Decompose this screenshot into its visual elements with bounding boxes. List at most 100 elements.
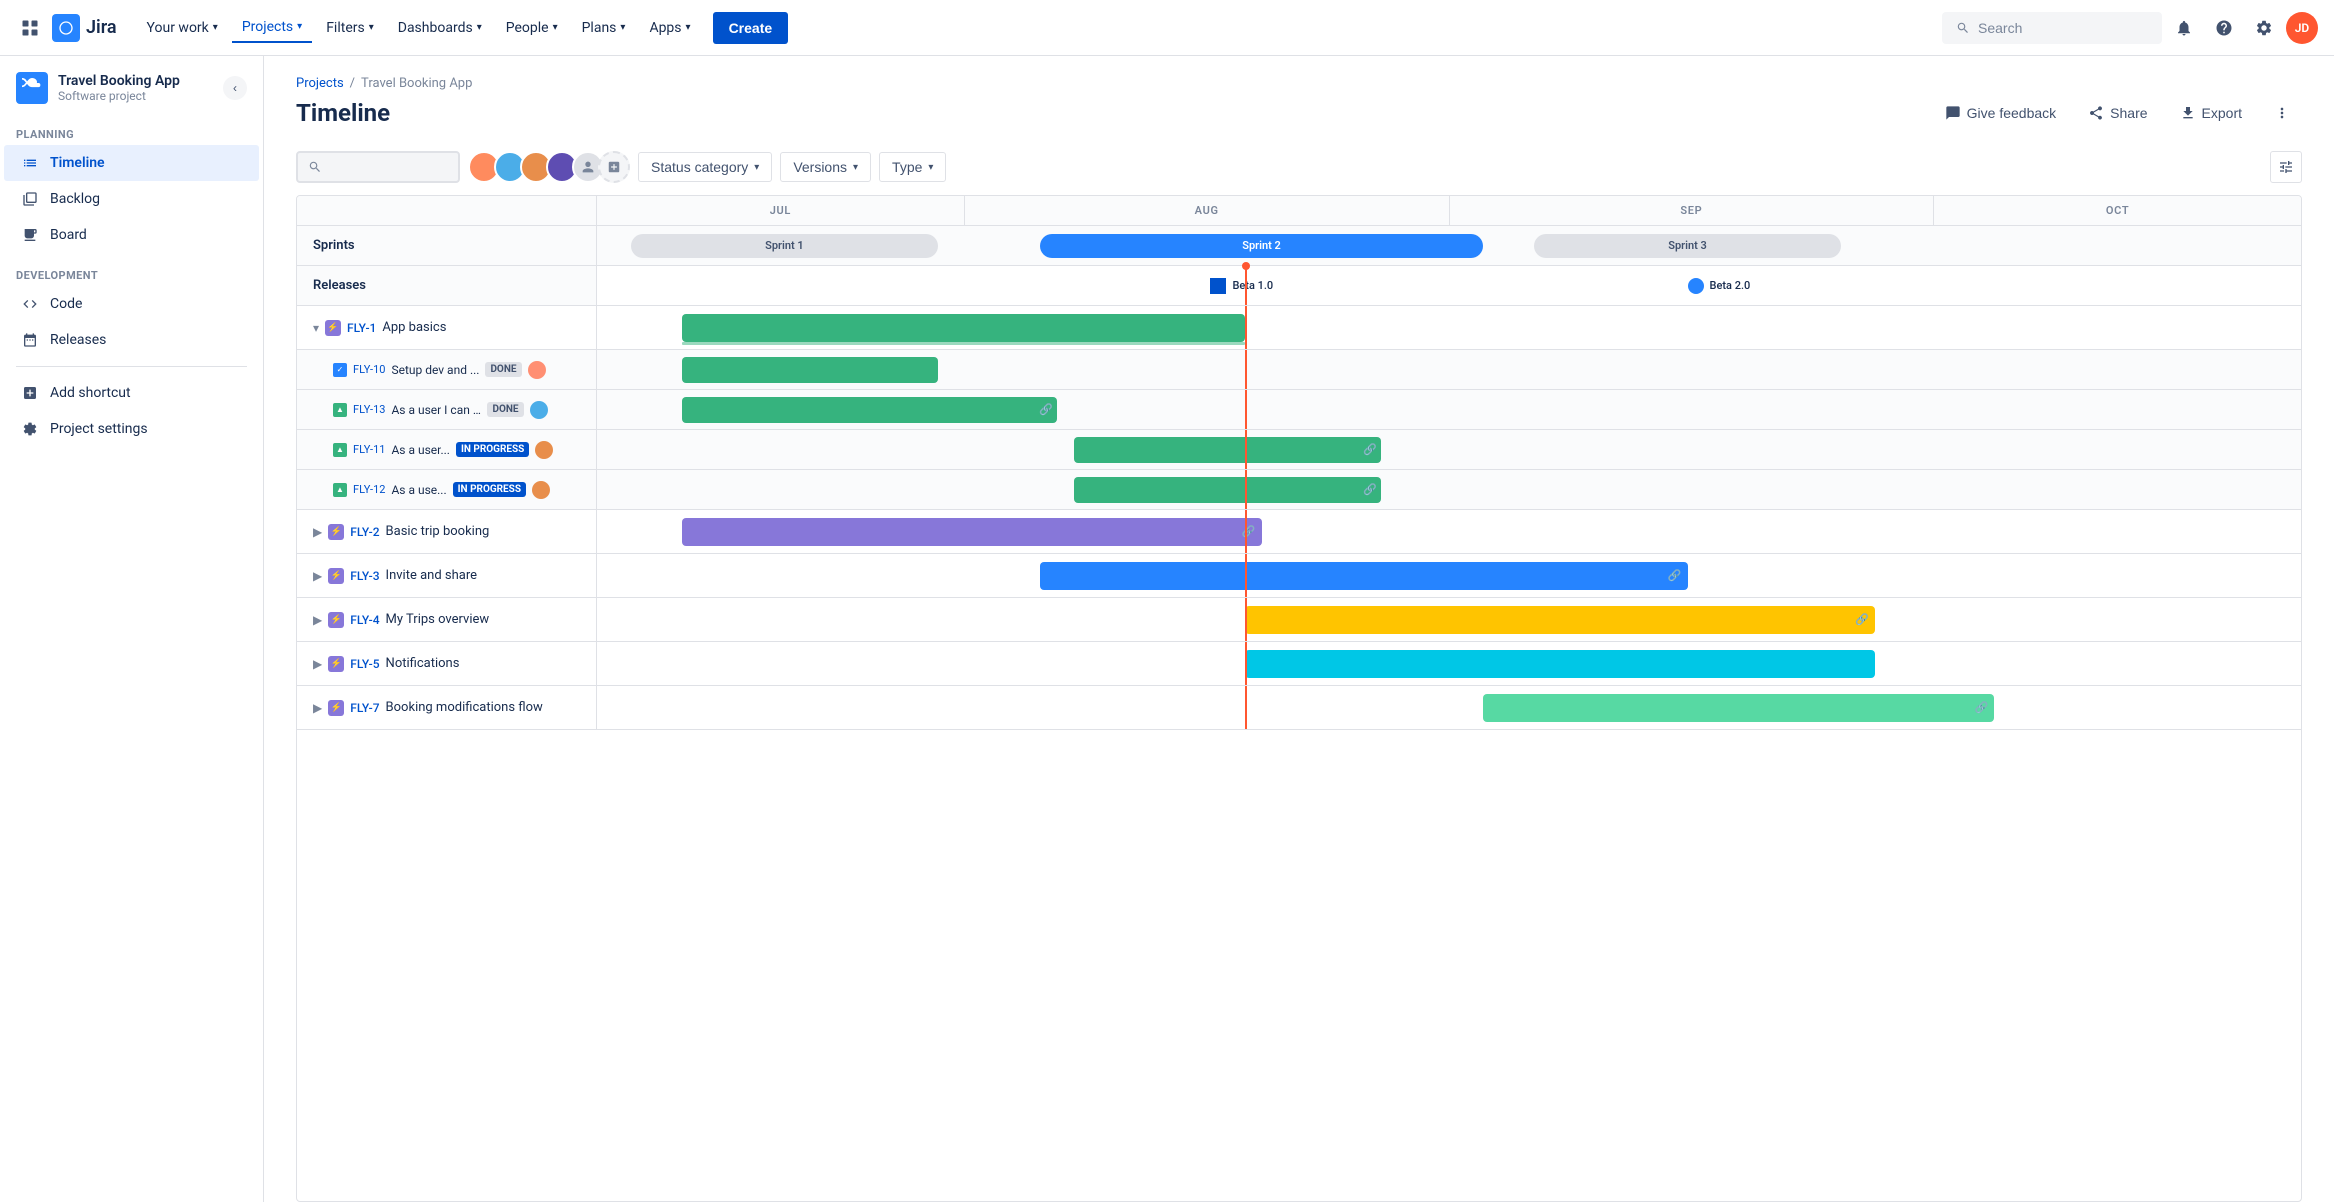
fly2-expand-icon[interactable]: ▶ bbox=[313, 525, 322, 539]
sidebar-divider bbox=[16, 366, 247, 367]
fly10-status: DONE bbox=[485, 362, 521, 377]
fly4-expand-icon[interactable]: ▶ bbox=[313, 613, 322, 627]
fly1-id[interactable]: FLY-1 bbox=[347, 321, 376, 335]
fly5-expand-icon[interactable]: ▶ bbox=[313, 657, 322, 671]
create-button[interactable]: Create bbox=[713, 12, 789, 44]
fly4-name: My Trips overview bbox=[386, 612, 490, 627]
planning-section-label: PLANNING bbox=[0, 112, 263, 145]
search-box[interactable] bbox=[1942, 12, 2162, 44]
sidebar-item-timeline[interactable]: Timeline bbox=[4, 145, 259, 181]
fly3-id[interactable]: FLY-3 bbox=[350, 569, 379, 583]
fly4-bar[interactable]: 🔗 bbox=[1245, 606, 1875, 634]
timeline-icon bbox=[20, 153, 40, 173]
project-header: Travel Booking App Software project ‹ bbox=[0, 56, 263, 112]
nav-dashboards[interactable]: Dashboards ▾ bbox=[388, 14, 492, 42]
more-actions-button[interactable] bbox=[2262, 99, 2302, 127]
fly12-bar[interactable]: 🔗 bbox=[1074, 477, 1381, 503]
fly11-avatar bbox=[535, 441, 553, 459]
share-button[interactable]: Share bbox=[2076, 99, 2159, 127]
fly2-id[interactable]: FLY-2 bbox=[350, 525, 379, 539]
sidebar-collapse-button[interactable]: ‹ bbox=[223, 76, 247, 100]
fly1-name: App basics bbox=[382, 320, 446, 335]
sidebar-item-project-settings[interactable]: Project settings bbox=[4, 411, 259, 447]
give-feedback-button[interactable]: Give feedback bbox=[1933, 99, 2069, 127]
fly13-avatar bbox=[530, 401, 548, 419]
fly10-label: ✓ FLY-10 Setup dev and ... DONE bbox=[297, 350, 597, 389]
status-category-filter[interactable]: Status category ▾ bbox=[638, 152, 772, 182]
notifications-button[interactable] bbox=[2166, 10, 2202, 46]
sidebar-item-add-shortcut[interactable]: Add shortcut bbox=[4, 375, 259, 411]
user-avatar[interactable]: JD bbox=[2286, 12, 2318, 44]
fly3-expand-icon[interactable]: ▶ bbox=[313, 569, 322, 583]
fly5-label: ▶ ⚡ FLY-5 Notifications bbox=[297, 642, 597, 685]
search-icon bbox=[308, 160, 322, 174]
jira-logo[interactable]: Jira bbox=[52, 14, 117, 42]
nav-people[interactable]: People ▾ bbox=[496, 14, 568, 42]
today-line bbox=[1245, 642, 1247, 685]
fly12-id[interactable]: FLY-12 bbox=[353, 483, 385, 496]
settings-button[interactable] bbox=[2246, 10, 2282, 46]
filter-settings-button[interactable] bbox=[2270, 151, 2302, 183]
nav-projects[interactable]: Projects ▾ bbox=[232, 13, 312, 43]
fly1-expand-icon[interactable]: ▾ bbox=[313, 321, 319, 335]
fly4-id[interactable]: FLY-4 bbox=[350, 613, 379, 627]
nav-plans[interactable]: Plans ▾ bbox=[572, 14, 636, 42]
sidebar-item-label: Backlog bbox=[50, 191, 100, 207]
fly5-bar[interactable] bbox=[1245, 650, 1875, 678]
search-input[interactable] bbox=[1978, 20, 2118, 36]
sidebar-item-code[interactable]: Code bbox=[4, 286, 259, 322]
content-header: Projects / Travel Booking App Timeline G… bbox=[264, 56, 2334, 143]
today-line bbox=[1245, 306, 1247, 349]
versions-filter[interactable]: Versions ▾ bbox=[780, 152, 871, 182]
releases-row: Releases Beta 1.0 Beta 2.0 bbox=[297, 266, 2301, 306]
feedback-label: Give feedback bbox=[1967, 105, 2057, 121]
chevron-icon: ▾ bbox=[297, 21, 302, 32]
fly10-bar[interactable] bbox=[682, 357, 938, 383]
fly4-row: ▶ ⚡ FLY-4 My Trips overview 🔗 bbox=[297, 598, 2301, 642]
fly7-expand-icon[interactable]: ▶ bbox=[313, 701, 322, 715]
timeline-search[interactable] bbox=[296, 151, 460, 183]
fly1-bar[interactable] bbox=[682, 314, 1244, 342]
fly12-row: ▲ FLY-12 As a use... IN PROGRESS 🔗 bbox=[297, 470, 2301, 510]
fly1-row: ▾ ⚡ FLY-1 App basics bbox=[297, 306, 2301, 350]
fly10-id[interactable]: FLY-10 bbox=[353, 363, 385, 376]
avatar-add[interactable] bbox=[598, 151, 630, 183]
export-button[interactable]: Export bbox=[2168, 99, 2254, 127]
fly11-bar[interactable]: 🔗 bbox=[1074, 437, 1381, 463]
fly13-bar[interactable]: 🔗 bbox=[682, 397, 1057, 423]
project-name: Travel Booking App bbox=[58, 73, 213, 89]
fly4-epic-icon: ⚡ bbox=[328, 612, 344, 628]
fly2-bar[interactable]: 🔗 bbox=[682, 518, 1261, 546]
page-title: Timeline bbox=[296, 99, 390, 127]
breadcrumb-projects[interactable]: Projects bbox=[296, 76, 344, 91]
fly2-name: Basic trip booking bbox=[386, 524, 490, 539]
fly13-area: 🔗 bbox=[597, 390, 2301, 429]
sidebar-item-board[interactable]: Board bbox=[4, 217, 259, 253]
sidebar-item-backlog[interactable]: Backlog bbox=[4, 181, 259, 217]
sidebar-item-label: Timeline bbox=[50, 155, 105, 171]
sidebar-item-releases[interactable]: Releases bbox=[4, 322, 259, 358]
fly3-bar[interactable]: 🔗 bbox=[1040, 562, 1688, 590]
help-button[interactable] bbox=[2206, 10, 2242, 46]
fly11-id[interactable]: FLY-11 bbox=[353, 443, 385, 456]
development-section-label: DEVELOPMENT bbox=[0, 253, 263, 286]
releases-label: Releases bbox=[297, 266, 597, 305]
fly1-epic-icon: ⚡ bbox=[325, 320, 341, 336]
type-filter[interactable]: Type ▾ bbox=[879, 152, 946, 182]
fly1-label: ▾ ⚡ FLY-1 App basics bbox=[297, 306, 597, 349]
fly2-row: ▶ ⚡ FLY-2 Basic trip booking 🔗 bbox=[297, 510, 2301, 554]
fly7-bar[interactable]: 🔗 bbox=[1483, 694, 1994, 722]
fly13-id[interactable]: FLY-13 bbox=[353, 403, 385, 416]
timeline-scroll[interactable]: JUL AUG SEP OCT Sprints Sprint 1 Sprint … bbox=[296, 195, 2302, 1202]
fly13-task-icon: ▲ bbox=[333, 403, 347, 417]
fly5-id[interactable]: FLY-5 bbox=[350, 657, 379, 671]
fly13-status: DONE bbox=[487, 402, 523, 417]
search-input[interactable] bbox=[328, 159, 448, 175]
sidebar-item-label: Add shortcut bbox=[50, 385, 131, 401]
fly11-area: 🔗 bbox=[597, 430, 2301, 469]
nav-apps[interactable]: Apps ▾ bbox=[639, 14, 700, 42]
grid-menu-icon[interactable] bbox=[16, 14, 44, 42]
nav-your-work[interactable]: Your work ▾ bbox=[137, 14, 228, 42]
nav-filters[interactable]: Filters ▾ bbox=[316, 14, 384, 42]
fly7-id[interactable]: FLY-7 bbox=[350, 701, 379, 715]
